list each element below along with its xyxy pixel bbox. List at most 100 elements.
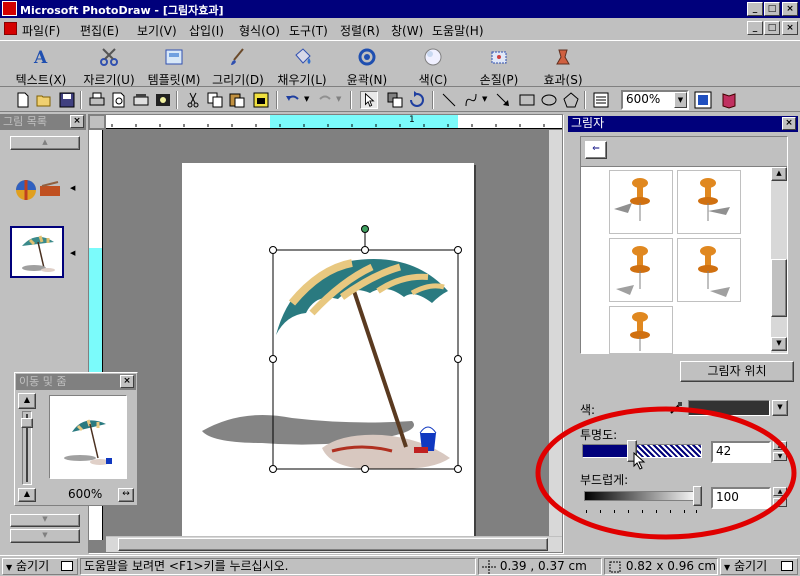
shadow-option[interactable] — [609, 306, 673, 354]
hide-right-button[interactable]: ▼ 숨기기 — [720, 558, 798, 575]
doc-minimize-button[interactable]: _ — [747, 21, 763, 35]
ellipse-icon[interactable] — [540, 91, 558, 109]
doc-icon[interactable] — [4, 22, 17, 35]
pan-zoom-close-button[interactable]: × — [120, 375, 134, 388]
rotate-icon[interactable] — [408, 91, 426, 109]
effects-button[interactable]: 효과(S) — [536, 45, 590, 87]
outline-button[interactable]: 윤곽(N) — [340, 45, 394, 87]
menu-edit[interactable]: 편집(E) — [80, 22, 119, 39]
scan-icon[interactable] — [132, 91, 150, 109]
gallery-scroll-down[interactable]: ▼ — [771, 337, 787, 351]
softness-spin-down[interactable]: ▼ — [773, 498, 787, 507]
crop-button[interactable]: 자르기(U) — [78, 45, 140, 87]
autoshape-icon[interactable] — [562, 91, 580, 109]
zoom-slider-track[interactable] — [21, 411, 33, 485]
transparency-spin-up[interactable]: ▲ — [773, 441, 787, 450]
draw-button[interactable]: 그리기(D) — [208, 45, 268, 87]
shadow-panel-close-button[interactable]: × — [782, 117, 796, 130]
pointer-icon[interactable] — [360, 91, 378, 109]
paste-icon[interactable] — [228, 91, 246, 109]
pan-zoom-preview[interactable] — [49, 395, 127, 479]
undo-dropdown-icon[interactable]: ▼ — [304, 95, 309, 103]
shadow-gallery: ⇐ ▲ ▼ — [580, 136, 788, 354]
rectangle-icon[interactable] — [518, 91, 536, 109]
shadow-option[interactable] — [609, 170, 673, 234]
print-icon[interactable] — [88, 91, 106, 109]
curve-icon[interactable] — [462, 91, 480, 109]
shadow-option[interactable] — [677, 170, 741, 234]
template-button[interactable]: 템플릿(M) — [142, 45, 206, 87]
paste-format-icon[interactable] — [252, 91, 270, 109]
transparency-spin-down[interactable]: ▼ — [773, 452, 787, 461]
gallery-scrollbar[interactable]: ▲ ▼ — [771, 167, 787, 353]
gallery-scroll-thumb[interactable] — [771, 259, 787, 317]
curve-dropdown-icon[interactable]: ▼ — [482, 95, 487, 103]
vertical-scrollbar[interactable] — [549, 130, 562, 536]
menu-arrange[interactable]: 정렬(R) — [340, 22, 380, 39]
menu-tools[interactable]: 도구(T) — [289, 22, 328, 39]
fit-width-button[interactable]: ↔ — [118, 488, 134, 502]
print-preview-icon[interactable] — [110, 91, 128, 109]
cut-icon[interactable] — [184, 91, 202, 109]
doc-close-button[interactable]: × — [782, 21, 798, 35]
redo-dropdown-icon[interactable]: ▼ — [336, 95, 341, 103]
redo-icon[interactable] — [316, 91, 334, 109]
text-box-icon[interactable] — [592, 91, 610, 109]
menu-help[interactable]: 도움말(H) — [432, 22, 484, 39]
softness-value-field[interactable]: 100 — [711, 487, 771, 509]
restore-button[interactable]: □ — [764, 2, 780, 16]
menu-insert[interactable]: 삽입(I) — [189, 22, 224, 39]
thumbnail-arrow-icon: ◀ — [70, 249, 76, 257]
text-button[interactable]: A 텍스트(X) — [8, 45, 74, 87]
fill-button[interactable]: 채우기(L) — [272, 45, 332, 87]
shadow-option[interactable] — [677, 238, 741, 302]
shadow-option[interactable] — [609, 238, 673, 302]
thumbnail-umbrella[interactable] — [10, 226, 64, 278]
zoom-fit-icon[interactable] — [694, 91, 712, 109]
arrange-icon[interactable] — [386, 91, 404, 109]
softness-spin-up[interactable]: ▲ — [773, 487, 787, 496]
minimize-button[interactable]: _ — [747, 2, 763, 16]
eyedropper-icon[interactable] — [668, 400, 684, 416]
thumbnail-ball[interactable] — [12, 172, 64, 206]
picture-list-scroll-end[interactable]: ▼ — [10, 529, 80, 543]
menu-format[interactable]: 형식(O) — [239, 22, 280, 39]
zoom-in-button[interactable]: ▲ — [18, 393, 36, 409]
transparency-value-field[interactable]: 42 — [711, 441, 771, 463]
softness-slider[interactable] — [584, 491, 700, 501]
close-button[interactable]: × — [782, 2, 798, 16]
color-dropdown-icon[interactable]: ▼ — [772, 400, 788, 416]
menu-view[interactable]: 보기(V) — [137, 22, 177, 39]
open-icon[interactable] — [36, 91, 54, 109]
gallery-back-icon[interactable]: ⇐ — [585, 141, 607, 159]
line-icon[interactable] — [440, 91, 458, 109]
horizontal-scrollbar[interactable] — [106, 536, 562, 552]
arrow-icon[interactable] — [494, 91, 512, 109]
shadow-color-swatch[interactable] — [688, 400, 770, 416]
menu-file[interactable]: 파일(F) — [22, 22, 60, 39]
zoom-combo[interactable]: 600% ▼ — [621, 90, 689, 110]
zoom-dropdown-icon[interactable]: ▼ — [674, 92, 687, 108]
doc-restore-button[interactable]: □ — [764, 21, 780, 35]
help-book-icon[interactable] — [720, 91, 738, 109]
umbrella-picture[interactable] — [182, 163, 474, 542]
hide-left-button[interactable]: ▼ 숨기기 — [2, 558, 78, 575]
save-icon[interactable] — [58, 91, 76, 109]
picture-list-close-button[interactable]: × — [70, 115, 84, 128]
gallery-scroll-up[interactable]: ▲ — [771, 167, 787, 181]
digital-camera-icon[interactable] — [154, 91, 172, 109]
zoom-out-button[interactable]: ▲ — [18, 488, 36, 502]
copy-icon[interactable] — [206, 91, 224, 109]
scrollbar-thumb[interactable] — [118, 538, 548, 551]
undo-icon[interactable] — [284, 91, 302, 109]
color-button[interactable]: 색(C) — [408, 45, 458, 87]
picture-list-scroll-down[interactable]: ▼ — [10, 514, 80, 527]
touchup-button[interactable]: 손질(P) — [472, 45, 526, 87]
picture-list-scroll-up[interactable]: ▲ — [10, 136, 80, 150]
zoom-slider-thumb[interactable] — [21, 418, 33, 428]
app-icon[interactable] — [2, 1, 17, 16]
new-icon[interactable] — [14, 91, 32, 109]
shadow-position-button[interactable]: 그림자 위치 — [680, 361, 794, 382]
softness-slider-thumb[interactable] — [693, 486, 702, 506]
menu-window[interactable]: 창(W) — [391, 22, 423, 39]
